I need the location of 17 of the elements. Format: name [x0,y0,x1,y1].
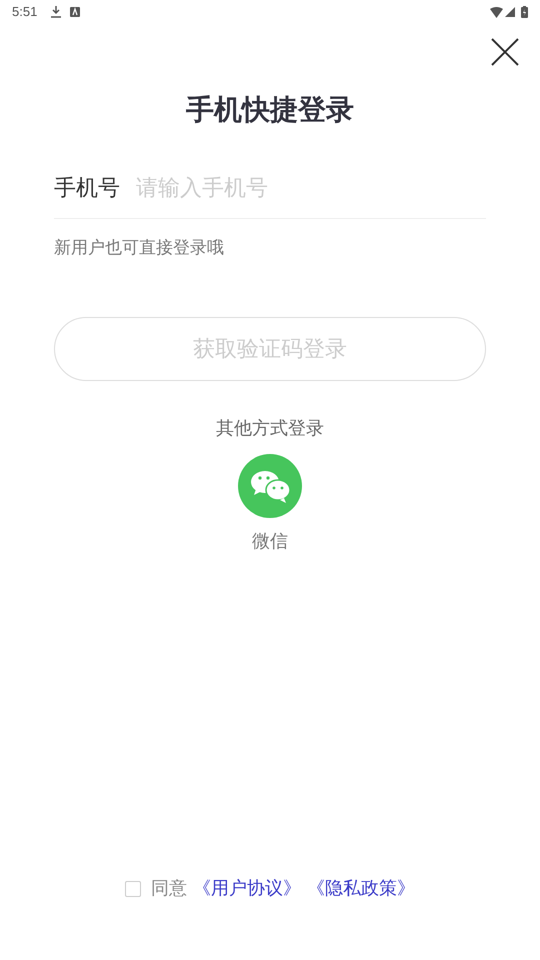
wechat-login-button[interactable]: 微信 [238,454,302,554]
wechat-icon [238,454,302,518]
new-user-hint: 新用户也可直接登录哦 [54,237,225,259]
agree-text: 同意 [151,877,187,900]
battery-icon [521,6,528,18]
status-time: 5:51 [12,3,38,22]
app-notification-icon [70,7,80,17]
download-icon [51,6,62,18]
agree-checkbox[interactable] [125,880,141,896]
agreement-link[interactable]: 《隐私政策》 [307,875,415,902]
close-button[interactable] [491,38,519,66]
agreement-link[interactable]: 《用户协议》 [193,875,301,902]
signal-icon [505,7,515,17]
wifi-icon [490,6,503,18]
other-login-heading: 其他方式登录 [215,416,325,440]
phone-label: 手机号 [54,174,120,202]
page-title: 手机快捷登录 [185,93,355,127]
